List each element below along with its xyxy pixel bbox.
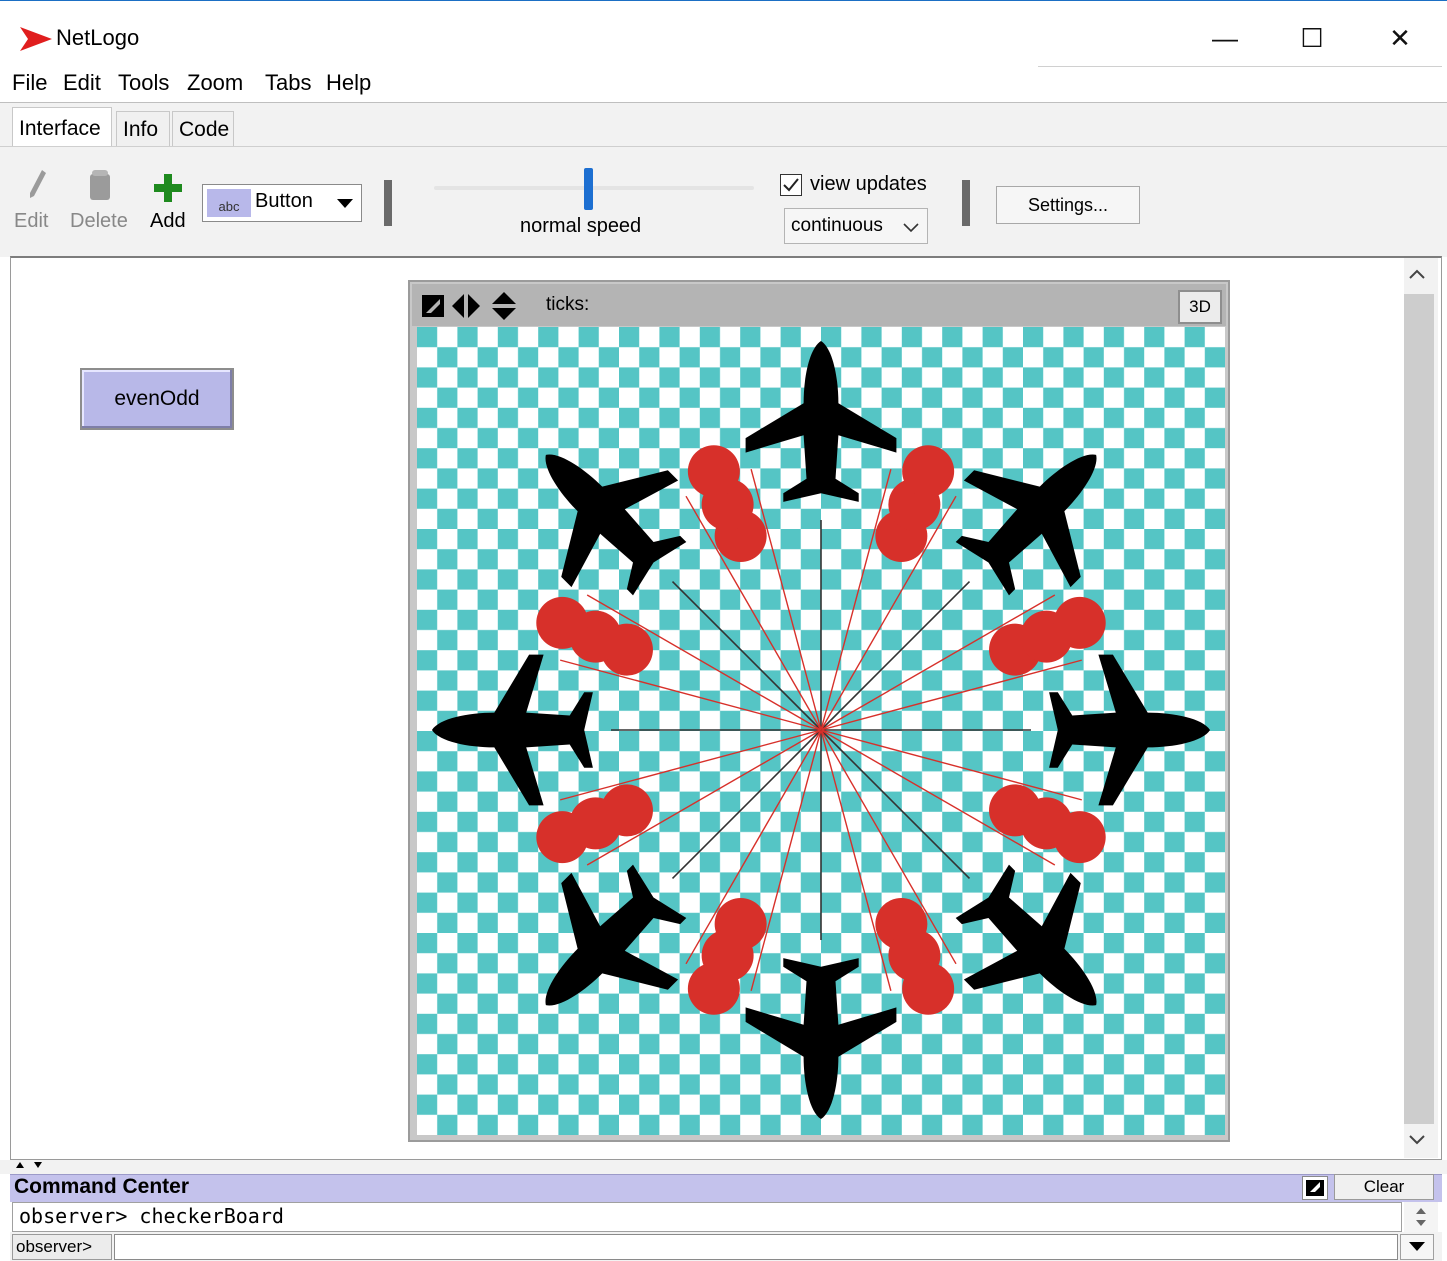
- 3d-view-button[interactable]: 3D: [1178, 290, 1222, 324]
- world-view[interactable]: [417, 327, 1225, 1135]
- speed-slider-track[interactable]: [434, 186, 754, 190]
- shrink-icon: [422, 295, 444, 317]
- view-updates-label: view updates: [810, 173, 927, 195]
- maximize-button[interactable]: ☐: [1282, 15, 1342, 61]
- toolbar-separator: [384, 180, 392, 226]
- scroll-down-icon[interactable]: [1408, 1134, 1426, 1146]
- widget-type-select[interactable]: abc Button: [202, 184, 362, 222]
- evenodd-button[interactable]: evenOdd: [80, 368, 234, 430]
- splitter-arrows-icon[interactable]: [14, 1160, 54, 1172]
- menu-file[interactable]: File: [12, 70, 47, 96]
- widget-type-value: Button: [255, 190, 313, 212]
- tab-code[interactable]: Code: [172, 111, 234, 147]
- toolbar-separator: [962, 180, 970, 226]
- view-header: [412, 284, 1226, 326]
- pencil-icon: [30, 170, 46, 198]
- netlogo-logo-icon: [20, 27, 52, 51]
- view-updates-checkbox[interactable]: [780, 174, 802, 196]
- plus-icon: [154, 174, 182, 202]
- edit-label: Edit: [14, 210, 49, 232]
- chevron-down-icon: [1409, 1242, 1425, 1251]
- settings-button[interactable]: Settings...: [996, 186, 1140, 224]
- menu-tabs[interactable]: Tabs: [265, 70, 311, 96]
- menu-edit[interactable]: Edit: [63, 70, 101, 96]
- history-button[interactable]: [1400, 1234, 1434, 1260]
- agent-prompt-select[interactable]: observer>: [12, 1234, 112, 1260]
- menu-divider: [1038, 66, 1442, 67]
- command-input[interactable]: [114, 1234, 1398, 1260]
- delete-button[interactable]: Delete: [70, 168, 134, 238]
- chevron-down-icon: [903, 223, 919, 233]
- speed-slider-thumb[interactable]: [583, 168, 593, 210]
- menu-tools[interactable]: Tools: [118, 70, 169, 96]
- expand-button[interactable]: [1302, 1176, 1328, 1200]
- maximize-icon: ☐: [1300, 22, 1324, 53]
- update-mode-select[interactable]: continuous: [784, 208, 928, 244]
- expand-icon: [1306, 1180, 1324, 1196]
- minimize-icon: —: [1212, 22, 1238, 53]
- command-output: observer> checkerBoard: [12, 1202, 1402, 1232]
- window-title: NetLogo: [56, 25, 140, 50]
- ticks-label: ticks:: [546, 294, 590, 315]
- trash-can-icon: [90, 170, 110, 200]
- command-center-header: [10, 1174, 1442, 1202]
- speed-label: normal speed: [520, 215, 642, 237]
- output-scroll[interactable]: [1404, 1202, 1438, 1232]
- menu-zoom[interactable]: Zoom: [187, 70, 243, 96]
- delete-label: Delete: [70, 210, 128, 232]
- tab-interface[interactable]: Interface: [12, 107, 112, 149]
- tab-strip: Interface Info Code: [0, 102, 1447, 149]
- close-icon: ✕: [1389, 22, 1411, 53]
- checkmark-icon: [783, 178, 799, 192]
- scroll-arrows-icon[interactable]: [1414, 1206, 1428, 1228]
- edit-button[interactable]: Edit: [14, 168, 54, 238]
- scroll-up-icon[interactable]: [1408, 268, 1426, 280]
- command-center-title: Command Center: [14, 1175, 190, 1198]
- clear-button[interactable]: Clear: [1334, 1174, 1434, 1200]
- menu-help[interactable]: Help: [326, 70, 371, 96]
- scrollbar-thumb[interactable]: [1404, 294, 1434, 1124]
- minimize-button[interactable]: —: [1195, 15, 1255, 61]
- horizontal-resize-icon: [452, 294, 480, 318]
- add-label: Add: [150, 210, 186, 232]
- add-button[interactable]: Add: [150, 168, 190, 238]
- update-mode-value: continuous: [791, 215, 883, 236]
- chevron-down-icon: [337, 199, 353, 208]
- vertical-resize-icon: [492, 292, 516, 320]
- view-size-controls[interactable]: [420, 292, 520, 320]
- close-button[interactable]: ✕: [1370, 15, 1430, 61]
- button-widget-icon: abc: [207, 189, 251, 217]
- tab-info[interactable]: Info: [116, 111, 170, 147]
- command-center-splitter[interactable]: [0, 1160, 1447, 1174]
- menu-bar: File Edit Tools Zoom Tabs Help: [0, 64, 1447, 104]
- title-bar: NetLogo — ☐ ✕: [0, 0, 1447, 64]
